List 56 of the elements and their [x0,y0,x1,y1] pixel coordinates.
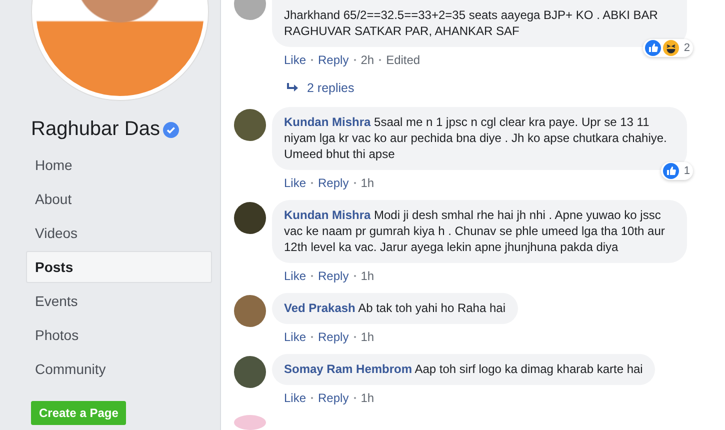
comment-author[interactable]: Kundan Mishra [284,208,371,222]
avatar-placeholder[interactable] [234,202,266,234]
comment-action-link[interactable]: Reply [318,330,349,344]
avatar-placeholder[interactable] [234,295,266,327]
comment-action-link[interactable]: Like [284,269,306,283]
view-replies-link[interactable]: 2 replies [307,81,354,95]
avatar-placeholder[interactable] [234,109,266,141]
comment-action-link[interactable]: Reply [318,176,349,190]
avatar-placeholder [234,415,266,430]
comment-text: Kundan Mishra Modi ji desh smhal rhe hai jh nhi . Apne yuwao ko jssc vac ke naam pr gumrah kiya h . Chunav se phle umeed lga tha 10th aur 12th level ka vac. Jarur ayega lekin apne jhunjhuna pakda diya [284,208,665,254]
comment-meta: 1h [360,391,374,405]
nav-item[interactable]: Events [26,285,212,317]
reaction-summary[interactable]: 1 [660,162,693,180]
comment-meta: 1h [360,269,374,283]
nav-item[interactable]: Home [26,149,212,181]
like-reaction-icon [662,163,679,179]
separator-dot [354,59,356,61]
comment-author[interactable]: Ved Prakash [284,301,356,315]
page-name: Raghubar Das [31,118,160,141]
separator-dot [311,397,314,399]
laughing-face-icon [662,40,679,56]
comment-meta: Edited [386,53,420,67]
separator-dot [354,336,356,338]
comment-author[interactable]: Kundan Mishra [284,115,371,129]
avatar-placeholder[interactable] [234,356,266,388]
comment-meta: 1h [360,330,374,344]
nav-item[interactable]: Posts [26,251,212,283]
comment-action-link[interactable]: Like [284,330,306,344]
reaction-summary[interactable]: 2 [642,39,693,57]
comment-text: Somay Ram Hembrom Aap toh sirf logo ka dimag kharab karte hai [284,362,643,376]
nav-item[interactable]: Photos [26,319,212,351]
reply-arrow-icon [287,83,299,93]
comment-action-link[interactable]: Like [284,391,306,405]
separator-dot [354,182,356,184]
comment-text: Kundan Mishra 5saal me n 1 jpsc n cgl clear kra paye. Upr se 13 11 niyam lga kr vac ko aur pechida bna diye . Jh ko apse chutkara chahiye. Umeed bhut thi apse [284,115,667,161]
comment-action-link[interactable]: Reply [318,53,349,67]
nav-item[interactable]: Community [26,353,212,385]
comment-text: Jharkhand 65/2==32.5==33+2=35 seats aayega BJP+ KO . ABKI BAR RAGHUVAR SATKAR PAR, AHANKAR SAF [284,8,658,38]
separator-dot [354,397,356,399]
separator-dot [311,182,314,184]
comment-meta: 1h [360,176,374,190]
separator-dot [311,275,314,277]
comment-author[interactable]: Somay Ram Hembrom [284,362,412,376]
comment-meta: 2h [360,53,374,67]
comment-action-link[interactable]: Like [284,176,306,190]
separator-dot [354,275,356,277]
comment-text: Ved Prakash Ab tak toh yahi ho Raha hai [284,301,506,315]
comment-action-link[interactable]: Reply [318,391,349,405]
nav-item[interactable]: Videos [26,217,212,249]
separator-dot [311,336,314,338]
separator-dot [379,59,382,61]
comment-action-link[interactable]: Like [284,53,306,67]
like-reaction-icon [644,40,661,56]
nav-item[interactable]: About [26,183,212,215]
separator-dot [311,59,314,61]
comment-action-link[interactable]: Reply [318,269,349,283]
